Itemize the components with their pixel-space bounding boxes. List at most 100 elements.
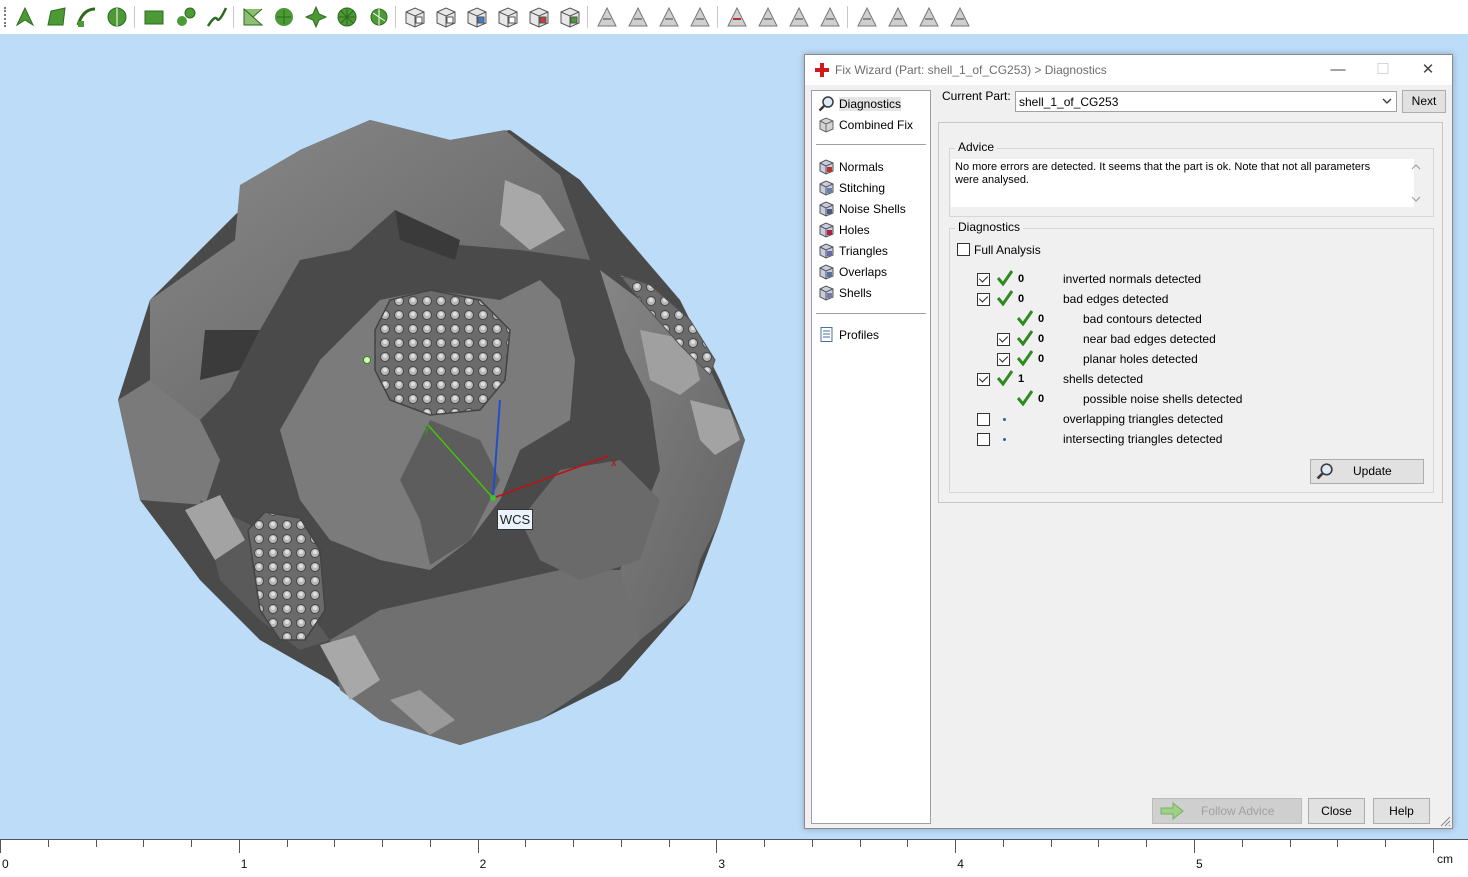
ruler-tick	[1050, 840, 1052, 847]
diagnostic-checkbox[interactable]	[997, 333, 1010, 346]
section-plane-icon[interactable]	[886, 5, 910, 29]
section-y-icon[interactable]	[948, 5, 972, 29]
toolbar-separator	[717, 6, 718, 28]
nav-item-stitching[interactable]: Stitching	[816, 178, 928, 197]
diagnostic-checkbox[interactable]	[997, 353, 1010, 366]
ruler-tick	[1337, 840, 1339, 847]
nav-item-combined-fix[interactable]: Combined Fix	[816, 115, 928, 134]
diagnostic-checkbox[interactable]	[977, 413, 990, 426]
ruler-label: 5	[1196, 857, 1203, 871]
full-analysis-label: Full Analysis	[974, 243, 1041, 257]
unmark-all-icon[interactable]	[725, 5, 749, 29]
nav-item-profiles[interactable]: Profiles	[816, 325, 928, 344]
toolbar-grip[interactable]	[4, 7, 8, 27]
diagnostic-count: 1	[1018, 373, 1025, 385]
nav-item-overlaps[interactable]: Overlaps	[816, 262, 928, 281]
mark-triangles-icon[interactable]	[595, 5, 619, 29]
sphere-select-icon[interactable]	[174, 5, 198, 29]
mark-surfaces-icon[interactable]	[657, 5, 681, 29]
view-bottom-icon[interactable]	[496, 5, 520, 29]
full-analysis-checkbox[interactable]	[957, 243, 970, 256]
dialog-titlebar[interactable]: Fix Wizard (Part: shell_1_of_CG253) > Di…	[805, 55, 1452, 85]
ruler-tick	[382, 840, 384, 847]
nav-item-noise-shells[interactable]: Noise Shells	[816, 199, 928, 218]
resize-grip-icon[interactable]	[1439, 815, 1451, 827]
ruler-tick	[191, 840, 193, 847]
ruler-tick	[47, 840, 49, 847]
diagnostic-label: intersecting triangles detected	[1063, 432, 1223, 446]
wheel-select-icon[interactable]	[367, 5, 391, 29]
surface-select-icon[interactable]	[45, 5, 69, 29]
nav-separator	[816, 313, 926, 314]
current-part-label: Current Part:	[942, 89, 1011, 103]
view-right-icon[interactable]	[558, 5, 582, 29]
advice-scrollbar[interactable]	[1410, 161, 1422, 205]
diagnostic-checkbox[interactable]	[977, 373, 990, 386]
diagnostic-count: 0	[1018, 293, 1025, 305]
status-dot-icon	[1003, 438, 1006, 441]
close-window-button[interactable]: ✕	[1405, 55, 1451, 85]
view-left-icon[interactable]	[527, 5, 551, 29]
ruler-tick	[1289, 840, 1291, 847]
nav-separator	[816, 144, 926, 145]
nav-item-triangles[interactable]: Triangles	[816, 241, 928, 260]
hide-unmarked-icon[interactable]	[787, 5, 811, 29]
nav-item-diagnostics[interactable]: Diagnostics	[816, 94, 928, 113]
view-top-icon[interactable]	[465, 5, 489, 29]
diagnostic-label: planar holes detected	[1083, 352, 1198, 366]
rect-select-icon[interactable]	[142, 5, 166, 29]
mark-shell-icon[interactable]	[688, 5, 712, 29]
diagnostic-label: bad edges detected	[1063, 292, 1169, 306]
view-front-icon[interactable]	[403, 5, 427, 29]
nav-item-shells[interactable]: Shells	[816, 283, 928, 302]
magnifier-icon	[1316, 463, 1333, 480]
show-all-icon[interactable]	[818, 5, 842, 29]
minimize-button[interactable]: —	[1315, 55, 1361, 85]
ruler-tick	[95, 840, 97, 847]
curve-select-icon[interactable]	[75, 5, 99, 29]
circle-select-icon[interactable]	[335, 5, 359, 29]
ruler-tick	[238, 840, 240, 853]
flood-fill-icon[interactable]	[272, 5, 296, 29]
diagnostic-checkbox[interactable]	[977, 273, 990, 286]
ruler-tick	[1002, 840, 1004, 847]
ruler-tick	[1194, 840, 1195, 853]
diagnostic-checkbox[interactable]	[977, 293, 990, 306]
ruler-tick	[1385, 840, 1387, 847]
ruler-label: 1	[240, 857, 248, 871]
ruler-tick	[716, 840, 718, 853]
invert-visible-icon[interactable]	[855, 5, 879, 29]
maximize-button[interactable]: ☐	[1360, 55, 1406, 85]
status-dot-icon	[1003, 418, 1006, 421]
close-button[interactable]: Close	[1308, 798, 1365, 824]
lasso-select-icon[interactable]	[205, 5, 229, 29]
dialog-title: Fix Wizard (Part: shell_1_of_CG253) > Di…	[835, 63, 1107, 77]
nav-item-holes[interactable]: Holes	[816, 220, 928, 239]
next-button[interactable]: Next	[1402, 90, 1446, 113]
follow-advice-button[interactable]: Follow Advice	[1152, 798, 1302, 824]
noise-shells-icon	[819, 201, 834, 217]
view-back-icon[interactable]	[434, 5, 458, 29]
update-button[interactable]: Update	[1310, 459, 1424, 484]
diagnostic-count: 0	[1038, 393, 1045, 405]
main-toolbar	[0, 0, 1468, 34]
star-select-icon[interactable]	[304, 5, 328, 29]
section-x-icon[interactable]	[917, 5, 941, 29]
diagnostic-checkbox[interactable]	[977, 433, 990, 446]
mark-edges-icon[interactable]	[626, 5, 650, 29]
help-button[interactable]: Help	[1373, 798, 1430, 824]
ruler-tick	[525, 840, 527, 847]
checkmark-icon	[997, 370, 1013, 386]
arrow-tool-icon[interactable]	[13, 5, 37, 29]
ruler-tick	[1146, 840, 1148, 847]
nav-item-normals[interactable]: Normals	[816, 157, 928, 176]
toolbar-separator	[847, 6, 848, 28]
toolbar-separator	[134, 6, 135, 28]
advice-title: Advice	[955, 140, 998, 154]
triangle-mesh-icon[interactable]	[241, 5, 265, 29]
hide-marked-icon[interactable]	[756, 5, 780, 29]
advice-group: Advice No more errors are detected. It s…	[949, 140, 1434, 217]
nav-label: Diagnostics	[839, 97, 902, 111]
shell-select-icon[interactable]	[105, 5, 129, 29]
current-part-select[interactable]: shell_1_of_CG253	[1015, 91, 1397, 112]
